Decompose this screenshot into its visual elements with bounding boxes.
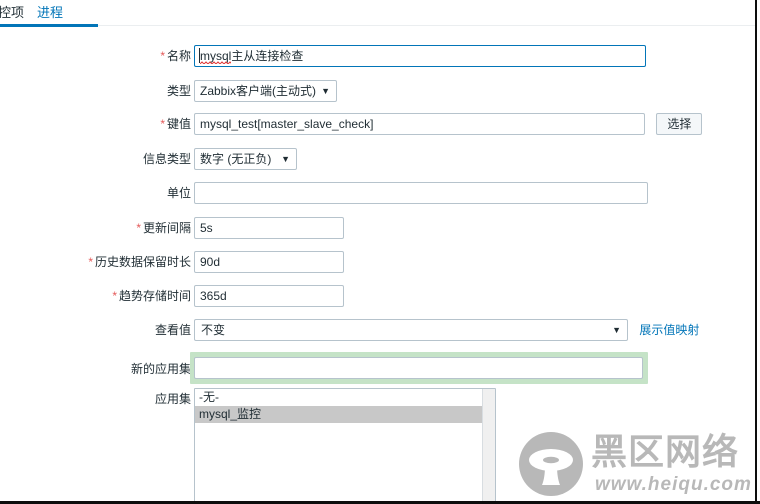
key-label: * 键值 — [160, 113, 191, 135]
chevron-down-icon: ▼ — [281, 154, 290, 164]
name-label-text: 名称 — [166, 49, 191, 63]
form-row-key: *键值 选择 — [0, 113, 756, 143]
name-field-wrapper — [194, 45, 760, 67]
type-select[interactable]: Zabbix客户端(主动式) ▼ — [194, 80, 337, 102]
update-interval-field-wrapper — [194, 217, 344, 239]
key-input[interactable] — [194, 113, 645, 135]
show-value-select-value: 不变 — [201, 323, 226, 337]
form-row-trends: * 趋势存储时间 — [0, 285, 756, 315]
units-field-wrapper — [194, 182, 648, 204]
active-tab-indicator — [0, 24, 98, 27]
new-application-highlight — [190, 352, 648, 384]
new-application-label-text: 新的应用集 — [130, 362, 191, 376]
value-type-label: 信息类型 — [141, 148, 191, 170]
name-input[interactable] — [194, 45, 646, 67]
watermark: 黑区网络 www.heiqu.com — [519, 430, 751, 500]
update-interval-required-mark: * — [136, 221, 141, 235]
form-row-value-type: 信息类型 数字 (无正负) ▼ — [0, 148, 756, 178]
tab-bar: 监控项 进程 — [0, 0, 756, 28]
trends-label-text: 趋势存储时间 — [118, 289, 191, 303]
value-mapping-link[interactable]: 展示值映射 — [639, 323, 699, 337]
form-row-update-interval: * 更新间隔 — [0, 217, 756, 247]
show-value-label: 查看值 — [153, 319, 191, 341]
frame-edge-right — [755, 0, 757, 504]
watermark-text: 黑区网络 — [591, 431, 740, 472]
key-required-mark: * — [160, 117, 165, 131]
tab-bar-divider — [0, 25, 756, 26]
type-field-wrapper: Zabbix客户端(主动式) ▼ — [194, 80, 337, 102]
value-type-select-value: 数字 (无正负) — [200, 152, 272, 166]
type-select-value: Zabbix客户端(主动式) — [200, 84, 317, 98]
tab-monitoring-item[interactable]: 监控项 — [0, 4, 24, 22]
name-label: * 名称 — [160, 45, 191, 67]
list-item[interactable]: mysql_监控 — [195, 406, 495, 423]
update-interval-label: * 更新间隔 — [136, 217, 191, 239]
listbox-scrollbar[interactable] — [482, 389, 495, 503]
form-row-history: * 历史数据保留时长 — [0, 251, 756, 281]
key-field-wrapper: 选择 — [194, 113, 703, 135]
history-required-mark: * — [88, 255, 93, 269]
applications-listbox[interactable]: -无- mysql_监控 — [194, 388, 496, 504]
show-value-field-wrapper: 不变 ▼ 展示值映射 — [194, 319, 699, 341]
new-application-label: 新的应用集 — [129, 358, 191, 380]
units-label: 单位 — [165, 182, 191, 204]
chevron-down-icon: ▼ — [612, 325, 621, 335]
value-type-field-wrapper: 数字 (无正负) ▼ — [194, 148, 297, 170]
show-value-select[interactable]: 不变 ▼ — [194, 319, 628, 341]
form-row-type: 类型 Zabbix客户端(主动式) ▼ — [0, 80, 756, 110]
form-row-new-application: 新的应用集 — [0, 352, 756, 384]
applications-label-text: 应用集 — [154, 392, 191, 406]
value-type-select[interactable]: 数字 (无正负) ▼ — [194, 148, 297, 170]
units-input[interactable] — [194, 182, 648, 204]
type-label-text: 类型 — [166, 84, 191, 98]
update-interval-input[interactable] — [194, 217, 344, 239]
history-label: * 历史数据保留时长 — [88, 251, 191, 273]
history-input[interactable] — [194, 251, 344, 273]
applications-label: 应用集 — [153, 388, 191, 410]
type-label: 类型 — [165, 80, 191, 102]
name-required-mark: * — [160, 49, 165, 63]
new-application-field-wrapper — [190, 352, 648, 384]
form-row-show-value: 查看值 不变 ▼ 展示值映射 — [0, 319, 756, 349]
update-interval-label-text: 更新间隔 — [142, 221, 191, 235]
units-label-text: 单位 — [166, 186, 191, 200]
value-type-label-text: 信息类型 — [142, 152, 191, 166]
trends-required-mark: * — [112, 289, 117, 303]
form-row-name: * 名称 — [0, 45, 756, 75]
key-select-button[interactable]: 选择 — [656, 113, 703, 135]
trends-field-wrapper — [194, 285, 344, 307]
mushroom-logo-icon — [519, 432, 583, 496]
watermark-url: www.heiqu.com — [595, 474, 752, 495]
chevron-down-icon: ▼ — [321, 86, 330, 96]
trends-input[interactable] — [194, 285, 344, 307]
show-value-label-text: 查看值 — [154, 323, 191, 337]
history-field-wrapper — [194, 251, 344, 273]
new-application-input[interactable] — [194, 357, 643, 379]
screenshot-root: 监控项 进程 *名称 类型 — [0, 0, 760, 504]
tab-process[interactable]: 进程 — [37, 4, 63, 22]
applications-field-wrapper: -无- mysql_监控 — [194, 388, 496, 504]
form-row-units: 单位 — [0, 182, 756, 212]
text-caret — [199, 48, 200, 63]
key-label-text: 键值 — [166, 117, 191, 131]
trends-label: * 趋势存储时间 — [112, 285, 191, 307]
list-item[interactable]: -无- — [195, 389, 495, 406]
history-label-text: 历史数据保留时长 — [94, 255, 191, 269]
